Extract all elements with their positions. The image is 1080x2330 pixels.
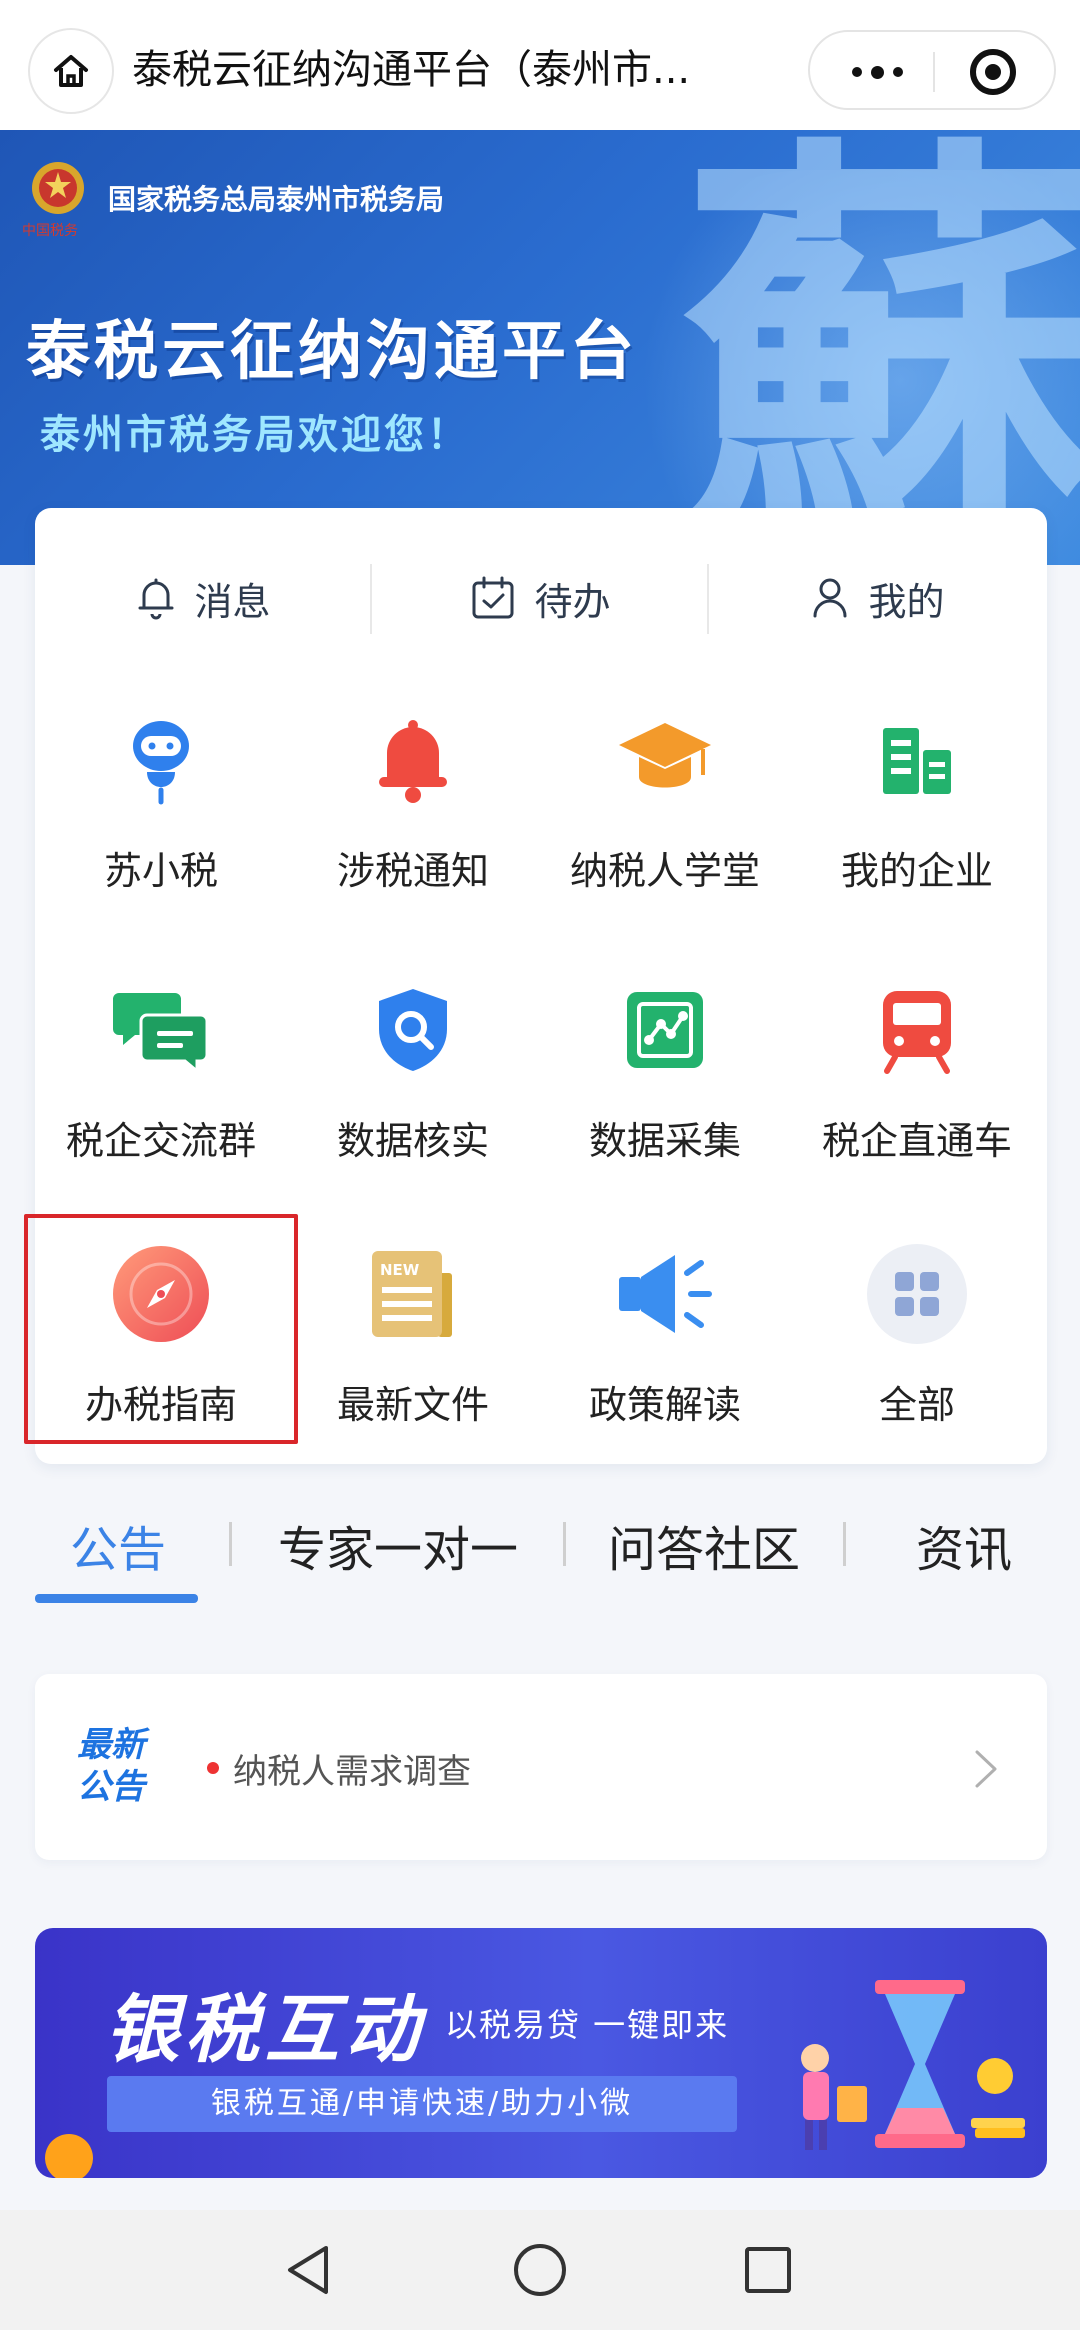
tab-news[interactable]: 资讯 — [916, 1510, 1012, 1580]
close-miniprogram-button[interactable] — [970, 49, 1016, 95]
banner-strip: 银税互通/申请快速/助力小微 — [107, 2076, 737, 2132]
newspaper-icon: NEW — [372, 1251, 452, 1337]
robot-assistant-icon — [133, 721, 189, 805]
service-label: 数据核实 — [336, 1119, 489, 1163]
quick-messages[interactable]: 消息 — [35, 548, 372, 648]
service-label: 税企交流群 — [65, 1119, 256, 1163]
megaphone-icon — [619, 1255, 712, 1333]
recents-square-icon — [745, 2247, 791, 2293]
service-su-xiaoshui[interactable]: 苏小税 — [35, 710, 287, 950]
service-label: 最新文件 — [336, 1383, 489, 1427]
tax-emblem-icon — [32, 162, 84, 214]
banner-subtitle: 以税易贷 一键即来 — [445, 2006, 730, 2044]
tab-qa-community[interactable]: 问答社区 — [608, 1510, 800, 1580]
service-policy-interpretation[interactable]: 政策解读 — [539, 1244, 791, 1484]
service-data-collect[interactable]: 数据采集 — [539, 980, 791, 1220]
quick-bar: 消息 待办 我的 — [35, 548, 1047, 648]
home-button[interactable] — [28, 28, 114, 114]
quick-todo[interactable]: 待办 — [372, 548, 709, 648]
welcome-text: 泰州市税务局欢迎您！ — [40, 412, 470, 458]
chevron-right-icon — [975, 1750, 997, 1788]
service-label: 数据采集 — [588, 1119, 741, 1163]
latest-notice[interactable]: 最新 公告 纳税人需求调查 — [35, 1674, 1047, 1860]
service-label: 苏小税 — [103, 849, 218, 893]
screen: 泰税云征纳沟通平台（泰州市... 蘇 中国税务 国家税务总局泰州市税务局 泰税云… — [0, 0, 1080, 2330]
graduation-cap-icon — [619, 723, 711, 788]
more-button[interactable] — [842, 50, 912, 94]
page-title: 泰税云征纳沟通平台（泰州市... — [132, 47, 691, 93]
grid-all-icon — [867, 1244, 967, 1344]
service-label: 全部 — [878, 1383, 955, 1427]
chat-bubbles-icon — [113, 993, 209, 1075]
shield-search-icon — [379, 989, 447, 1071]
service-label: 涉税通知 — [336, 849, 489, 893]
data-collect-icon — [627, 992, 703, 1068]
active-tab-indicator — [35, 1594, 198, 1603]
buildings-icon — [883, 728, 951, 794]
bank-tax-banner[interactable]: 银税互动 以税易贷 一键即来 银税互通/申请快速/助力小微 — [35, 1928, 1047, 2178]
mini-program-topbar: 泰税云征纳沟通平台（泰州市... — [0, 0, 1080, 130]
content-tabs: 公告 专家一对一 问答社区 资讯 — [0, 1480, 1080, 1610]
more-dots-icon — [851, 67, 862, 77]
notice-text: 纳税人需求调查 — [233, 1752, 471, 1792]
service-label: 纳税人学堂 — [569, 849, 760, 893]
service-label: 政策解读 — [588, 1383, 741, 1427]
service-label: 税企直通车 — [821, 1119, 1012, 1163]
hourglass-illustration-icon — [801, 1980, 1025, 2150]
notice-dot — [207, 1762, 219, 1774]
capsule-menu — [808, 30, 1056, 110]
header-banner: 蘇 中国税务 国家税务总局泰州市税务局 泰税云征纳沟通平台 泰州市税务局欢迎您！ — [0, 130, 1080, 565]
calligraphy-su: 蘇 — [680, 130, 1080, 565]
notice-tag: 最新 公告 — [77, 1725, 145, 1807]
train-icon — [883, 991, 951, 1074]
service-taxpayer-school[interactable]: 纳税人学堂 — [539, 710, 791, 950]
quick-mine[interactable]: 我的 — [709, 548, 1046, 648]
svg-text:NEW: NEW — [380, 1261, 420, 1279]
back-triangle-icon — [288, 2246, 328, 2294]
home-circle-icon — [514, 2244, 566, 2296]
service-exchange-group[interactable]: 税企交流群 — [35, 980, 287, 1220]
bell-icon — [379, 720, 447, 803]
tab-expert[interactable]: 专家一对一 — [278, 1510, 518, 1580]
nav-home-button[interactable] — [500, 2230, 580, 2310]
home-icon — [54, 55, 88, 87]
service-label: 我的企业 — [840, 849, 993, 893]
nav-recents-button[interactable] — [728, 2230, 808, 2310]
bureau-name: 国家税务总局泰州市税务局 — [108, 183, 445, 216]
service-direct-train[interactable]: 税企直通车 — [791, 980, 1043, 1220]
service-all[interactable]: 全部 — [791, 1244, 1043, 1484]
nav-back-button[interactable] — [268, 2230, 348, 2310]
tab-announcement[interactable]: 公告 — [70, 1510, 166, 1580]
service-tax-notice[interactable]: 涉税通知 — [287, 710, 539, 950]
banner-title: 银税互动 — [105, 1987, 425, 2073]
quick-messages-label: 消息 — [194, 579, 271, 624]
calendar-check-icon — [472, 576, 514, 619]
quick-mine-label: 我的 — [868, 579, 945, 624]
system-nav-bar — [0, 2210, 1080, 2330]
service-latest-files[interactable]: NEW 最新文件 — [287, 1244, 539, 1484]
quick-todo-label: 待办 — [534, 579, 611, 624]
service-data-verify[interactable]: 数据核实 — [287, 980, 539, 1220]
bell-outline-icon — [138, 578, 174, 620]
service-my-enterprise[interactable]: 我的企业 — [791, 710, 1043, 950]
highlight-box — [24, 1214, 298, 1444]
user-outline-icon — [813, 578, 847, 618]
platform-title: 泰税云征纳沟通平台 — [26, 315, 638, 389]
decorative-orb — [45, 2134, 93, 2178]
emblem-caption: 中国税务 — [22, 223, 78, 239]
